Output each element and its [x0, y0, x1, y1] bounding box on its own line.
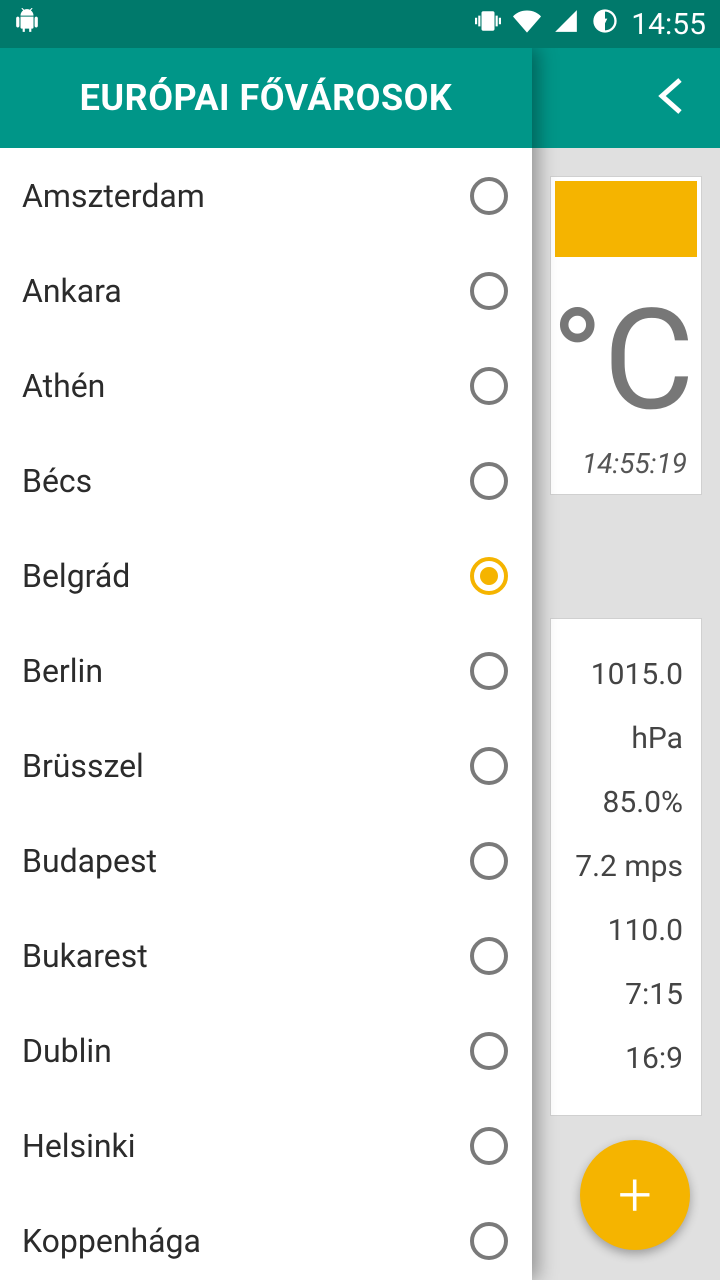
temperature-unit: °C	[551, 261, 701, 431]
drawer-header: EURÓPAI FŐVÁROSOK	[0, 48, 532, 148]
city-row[interactable]: Budapest	[0, 813, 532, 908]
add-fab[interactable]: +	[580, 1140, 690, 1250]
city-row[interactable]: Berlin	[0, 623, 532, 718]
city-row[interactable]: Ankara	[0, 243, 532, 338]
city-label: Amszterdam	[22, 177, 205, 215]
city-label: Budapest	[22, 842, 157, 880]
radio-button[interactable]	[470, 272, 508, 310]
metric-humidity: 85.0%	[569, 771, 683, 835]
city-list[interactable]: Amszterdam Ankara Athén Bécs Belgrád Berlin Br…	[0, 148, 532, 1280]
battery-icon	[591, 7, 619, 42]
status-bar: 14:55	[0, 0, 720, 48]
status-clock: 14:55	[631, 7, 706, 42]
radio-button[interactable]	[470, 1222, 508, 1260]
city-row[interactable]: Brüsszel	[0, 718, 532, 813]
city-label: Athén	[22, 367, 105, 405]
city-row[interactable]: Belgrád	[0, 528, 532, 623]
city-row[interactable]: Bécs	[0, 433, 532, 528]
vibrate-icon	[475, 8, 501, 41]
radio-button[interactable]	[470, 177, 508, 215]
city-row[interactable]: Bukarest	[0, 908, 532, 1003]
city-label: Berlin	[22, 652, 103, 690]
drawer-title: EURÓPAI FŐVÁROSOK	[80, 77, 453, 119]
radio-button[interactable]	[470, 1127, 508, 1165]
city-label: Koppenhága	[22, 1222, 201, 1260]
city-label: Belgrád	[22, 557, 130, 595]
weather-banner	[555, 181, 697, 257]
city-label: Bécs	[22, 462, 92, 500]
city-row[interactable]: Amszterdam	[0, 148, 532, 243]
city-label: Ankara	[22, 272, 122, 310]
weather-main-card: °C 14:55:19	[550, 176, 702, 495]
metric-pressure: 1015.0 hPa	[569, 643, 683, 771]
radio-button[interactable]	[470, 462, 508, 500]
android-icon	[14, 8, 40, 41]
signal-icon	[553, 8, 579, 41]
metric-wind-dir: 110.0	[569, 899, 683, 963]
radio-button[interactable]	[470, 1032, 508, 1070]
city-label: Brüsszel	[22, 747, 144, 785]
city-label: Helsinki	[22, 1127, 136, 1165]
wifi-icon	[513, 7, 541, 42]
radio-button[interactable]	[470, 557, 508, 595]
plus-icon: +	[618, 1165, 652, 1225]
weather-details-card: 1015.0 hPa 85.0% 7.2 mps 110.0 7:15 16:9	[550, 618, 702, 1116]
radio-button[interactable]	[470, 367, 508, 405]
city-row[interactable]: Koppenhága	[0, 1193, 532, 1280]
metric-sunrise: 7:15	[569, 963, 683, 1027]
city-row[interactable]: Helsinki	[0, 1098, 532, 1193]
city-label: Bukarest	[22, 937, 148, 975]
city-row[interactable]: Athén	[0, 338, 532, 433]
radio-button[interactable]	[470, 842, 508, 880]
radio-button[interactable]	[470, 937, 508, 975]
radio-button[interactable]	[470, 652, 508, 690]
back-button[interactable]	[652, 76, 692, 120]
radio-button[interactable]	[470, 747, 508, 785]
metric-sunset: 16:9	[569, 1027, 683, 1091]
nav-drawer: EURÓPAI FŐVÁROSOK Amszterdam Ankara Athén B…	[0, 48, 532, 1280]
metric-wind-speed: 7.2 mps	[569, 835, 683, 899]
city-label: Dublin	[22, 1032, 112, 1070]
city-row[interactable]: Dublin	[0, 1003, 532, 1098]
